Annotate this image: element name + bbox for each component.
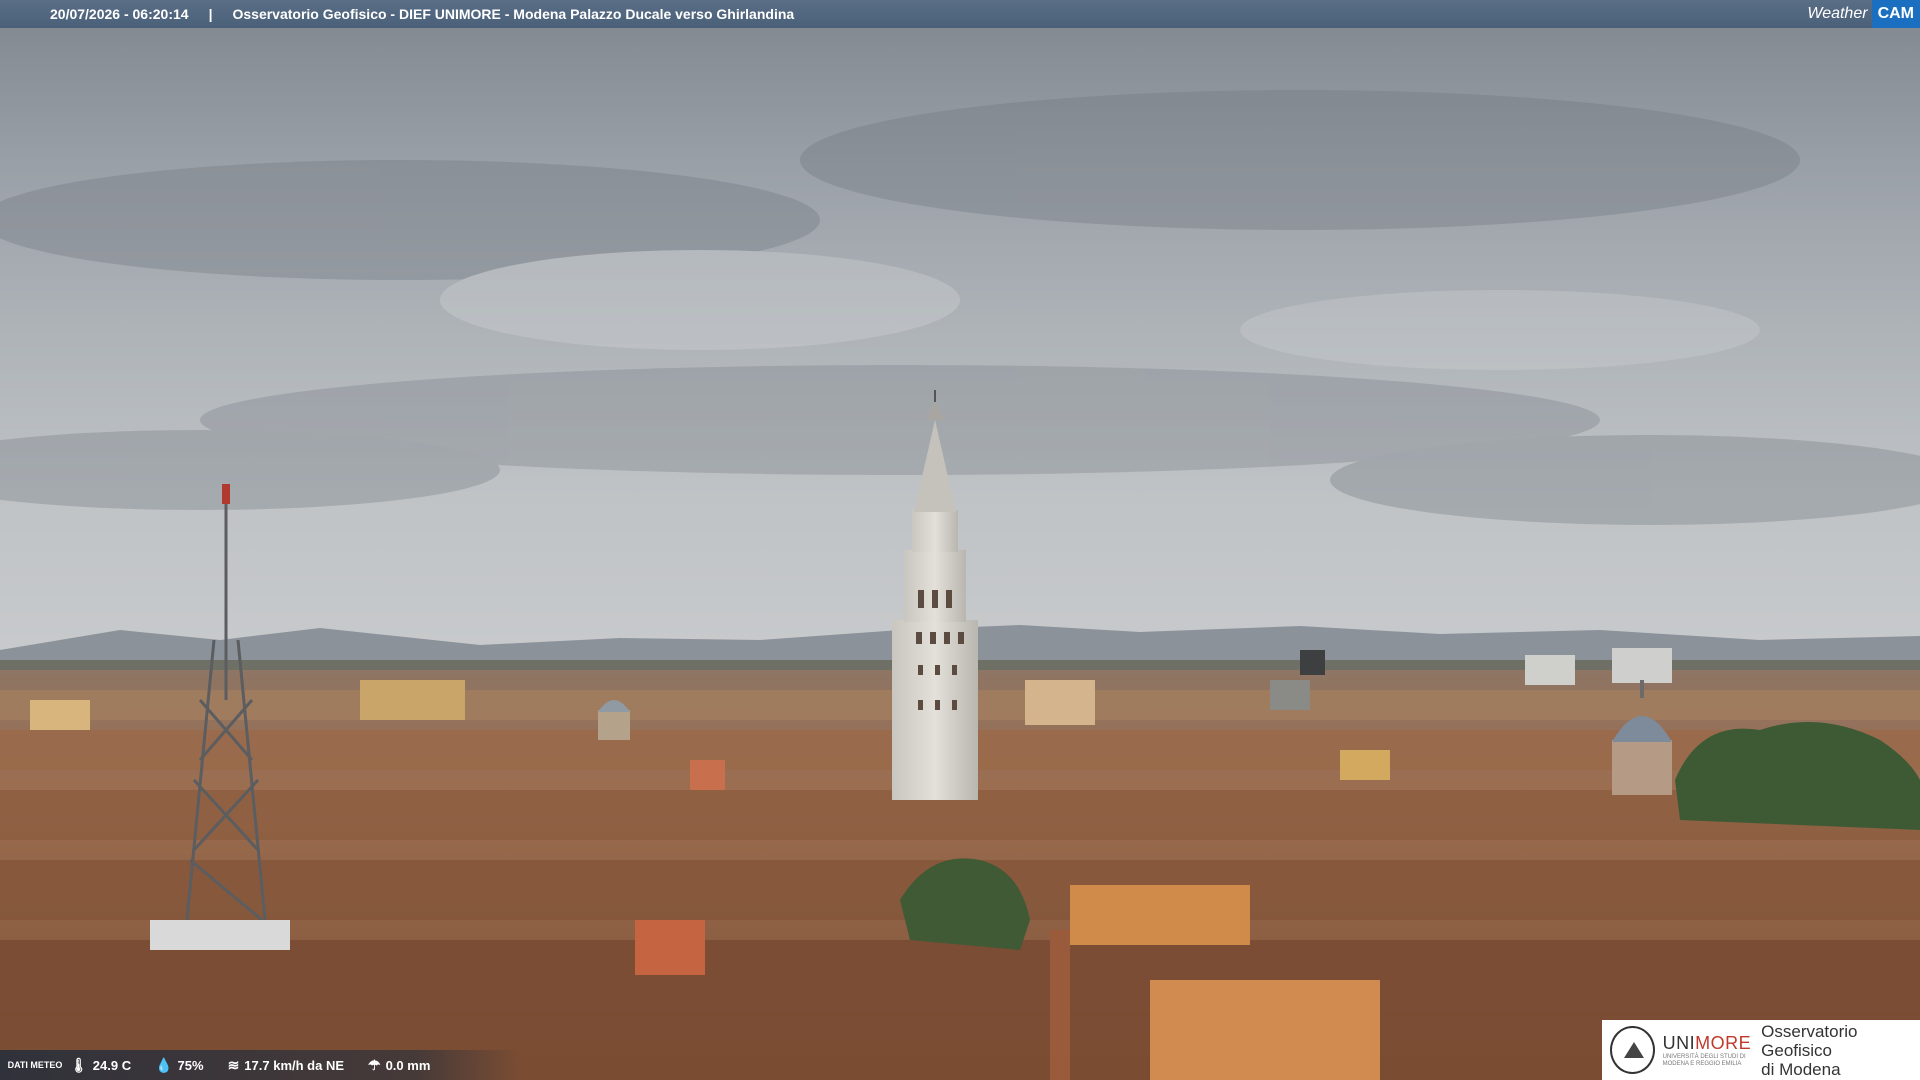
wind-icon: ≋ <box>227 1056 240 1073</box>
top-info-bar: 20/07/2026 - 06:20:14 | Osservatorio Geo… <box>0 0 1920 28</box>
rain-readout: ☂ 0.0 mm <box>368 1057 430 1074</box>
webcam-frame: 20/07/2026 - 06:20:14 | Osservatorio Geo… <box>0 0 1920 1080</box>
weather-data-bar: DATI METEO 🌡 24.9 C 💧 75% ≋ 17.7 km/h da… <box>0 1050 520 1080</box>
thermometer-icon: 🌡 <box>70 1056 88 1073</box>
temperature-value: 24.9 C <box>92 1057 132 1073</box>
unimore-brand: UNIMORE UNIVERSITÀ DEGLI STUDI DI MODENA… <box>1663 1033 1752 1068</box>
rain-icon: ☂ <box>368 1056 381 1073</box>
separator: | <box>208 6 213 22</box>
weathercam-logo-cam: CAM <box>1871 0 1920 28</box>
observatory-line-2: di Modena <box>1761 1059 1841 1079</box>
observatory-name: Osservatorio Geofisico di Modena <box>1761 1022 1920 1079</box>
weathercam-logo: Weather CAM <box>1803 0 1920 28</box>
antenna-tip <box>222 484 230 504</box>
webcam-scene <box>0 0 1920 1080</box>
wind-value: 17.7 km/h da NE <box>244 1057 345 1073</box>
rain-value: 0.0 mm <box>385 1057 431 1073</box>
unimore-logo: UNIMORE UNIVERSITÀ DEGLI STUDI DI MODENA… <box>1602 1020 1920 1080</box>
unimore-wordmark: UNIMORE <box>1662 1032 1752 1053</box>
small-dome <box>598 700 630 740</box>
observatory-line-1: Osservatorio Geofisico <box>1761 1021 1858 1060</box>
wind-readout: ≋ 17.7 km/h da NE <box>228 1057 344 1074</box>
weather-label: DATI METEO <box>7 1060 63 1070</box>
unimore-subtitle-1: UNIVERSITÀ DEGLI STUDI DI <box>1662 1053 1746 1060</box>
humidity-icon: 💧 <box>155 1056 173 1073</box>
weathercam-logo-word: Weather <box>1807 5 1868 22</box>
camera-title: Osservatorio Geofisico - DIEF UNIMORE - … <box>232 6 795 22</box>
humidity-readout: 💧 75% <box>155 1057 203 1074</box>
unimore-subtitle-2: MODENA E REGGIO EMILIA <box>1662 1060 1742 1067</box>
university-seal-icon <box>1610 1026 1655 1074</box>
timestamp: 20/07/2026 - 06:20:14 <box>50 6 189 22</box>
antenna-base <box>150 920 290 950</box>
humidity-value: 75% <box>177 1057 204 1073</box>
temperature-readout: 🌡 24.9 C <box>70 1057 131 1074</box>
